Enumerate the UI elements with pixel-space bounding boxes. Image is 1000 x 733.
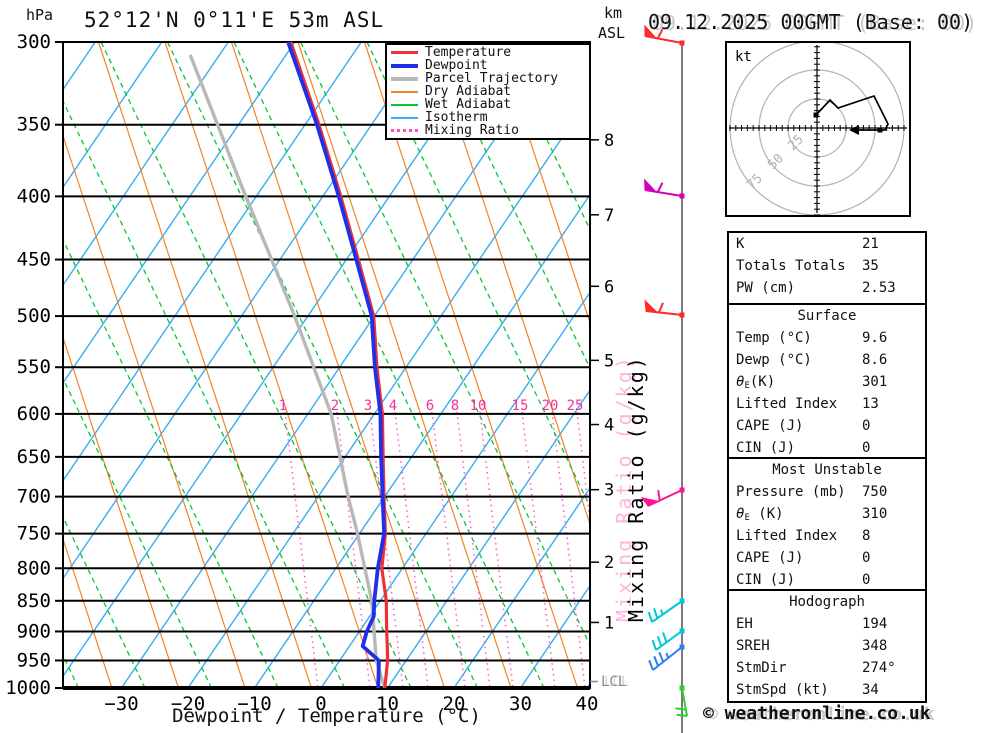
table-row: Totals Totals 35: [736, 258, 879, 274]
lcl-marker-label: LCL: [601, 674, 627, 690]
legend-item: Wet Adiabat: [391, 98, 589, 111]
svg-text:550: 550: [17, 356, 51, 378]
svg-text:500: 500: [17, 305, 51, 327]
svg-text:1: 1: [279, 398, 287, 414]
svg-text:900: 900: [17, 620, 51, 642]
dewpoint-line-swatch: [391, 63, 418, 68]
parcel-line-swatch: [391, 76, 418, 81]
table-row: EH 194: [736, 616, 888, 632]
table-row: CIN (J) 0: [736, 440, 871, 456]
svg-text:950: 950: [17, 649, 51, 671]
hodograph-stats-table: Hodograph EH 194 SREH 348 StmDir 274° StmSp…: [727, 589, 927, 703]
table-row: Temp (°C) 9.6: [736, 330, 888, 346]
sounding-page: 1 2 3 4 6 8 10 15 20 25 300 350 400 450 500 550 600 650 70…: [0, 0, 1000, 733]
legend: Temperature Dewpoint Parcel Trajectory D…: [385, 43, 591, 140]
altitude-axis: 87654321: [590, 131, 614, 683]
surface-table: Surface Temp (°C) 9.6 Dewp (°C) 8.6 θE(K) 3…: [727, 303, 927, 459]
table-row: CIN (J) 0: [736, 572, 871, 588]
legend-label: Mixing Ratio: [425, 123, 519, 138]
legend-item: Mixing Ratio: [391, 124, 589, 137]
wind-barb: [647, 598, 685, 623]
svg-text:400: 400: [17, 185, 51, 207]
wet-adiabat-swatch: [391, 103, 418, 106]
svg-text:800: 800: [17, 557, 51, 579]
svg-text:75: 75: [744, 171, 766, 193]
table-row: Lifted Index 13: [736, 396, 879, 412]
svg-text:15: 15: [512, 398, 529, 414]
svg-text:300: 300: [17, 31, 51, 53]
dry-adiabat-swatch: [391, 90, 418, 93]
wind-barb: [644, 178, 685, 199]
hodograph-panel: 255075kt: [725, 41, 911, 217]
temperature-line-swatch: [391, 51, 418, 54]
table-row: StmSpd (kt) 34: [736, 682, 879, 698]
copyright: © weatheronline.co.uk: [703, 703, 931, 724]
hodograph-trace: [813, 94, 889, 135]
svg-text:8: 8: [451, 398, 459, 414]
altitude-axis-unit-asl: ASL: [598, 24, 626, 42]
wind-barb: [640, 487, 685, 507]
table-row-theta-e: θE (K) 310: [736, 506, 888, 523]
svg-text:850: 850: [17, 590, 51, 612]
wind-barb: [644, 299, 685, 318]
svg-text:600: 600: [17, 403, 51, 425]
legend-item: Temperature: [391, 46, 589, 59]
mixing-ratio-swatch: [391, 129, 418, 132]
hodograph-unit-label: kt: [735, 49, 752, 65]
wind-barb-column: [640, 24, 688, 733]
table-title: Hodograph: [789, 594, 865, 610]
table-row: CAPE (J) 0: [736, 418, 871, 434]
svg-text:1000: 1000: [5, 677, 51, 699]
table-row-theta-e: θE(K) 301: [736, 374, 888, 391]
table-row: SREH 348: [736, 638, 888, 654]
svg-text:6: 6: [426, 398, 434, 414]
svg-text:450: 450: [17, 249, 51, 271]
svg-text:4: 4: [389, 398, 397, 414]
svg-text:6: 6: [604, 277, 614, 297]
table-title: Most Unstable: [772, 462, 882, 478]
stability-indices-table: K 21 Totals Totals 35 PW (cm) 2.53: [727, 231, 927, 305]
svg-text:350: 350: [17, 114, 51, 136]
svg-text:25: 25: [567, 398, 584, 414]
run-datetime: 09.12.2025 00GMT (Base: 00): [648, 10, 974, 34]
table-row: StmDir 274°: [736, 660, 896, 676]
svg-text:3: 3: [364, 398, 372, 414]
pressure-axis-labels: 300 350 400 450 500 550 600 650 700 750 800 850 900 9…: [5, 31, 51, 699]
svg-text:20: 20: [542, 398, 559, 414]
temperature-axis-label: Dewpoint / Temperature (°C): [172, 705, 481, 727]
svg-text:10: 10: [470, 398, 487, 414]
page-title: 52°12'N 0°11'E 53m ASL: [84, 8, 385, 32]
altitude-axis-unit-km: km: [604, 4, 623, 22]
table-row: PW (cm) 2.53: [736, 280, 896, 296]
svg-text:650: 650: [17, 446, 51, 468]
svg-text:750: 750: [17, 523, 51, 545]
table-row: Pressure (mb) 750: [736, 484, 888, 500]
table-row: CAPE (J) 0: [736, 550, 871, 566]
svg-text:700: 700: [17, 486, 51, 508]
isotherm-swatch: [391, 116, 418, 119]
svg-text:8: 8: [604, 131, 614, 151]
most-unstable-table: Most Unstable Pressure (mb) 750 θE (K) 310…: [727, 457, 927, 591]
svg-text:50: 50: [765, 151, 787, 173]
mixing-ratio-axis-label: Mixing Ratio (g/kg): [624, 355, 648, 622]
pressure-axis-unit: hPa: [26, 6, 54, 24]
sounding-curves: [188, 42, 390, 688]
table-title: Surface: [797, 308, 857, 324]
table-row: K 21: [736, 236, 879, 252]
table-row: Lifted Index 8: [736, 528, 871, 544]
table-row: Dewp (°C) 8.6: [736, 352, 888, 368]
svg-text:7: 7: [604, 206, 614, 226]
